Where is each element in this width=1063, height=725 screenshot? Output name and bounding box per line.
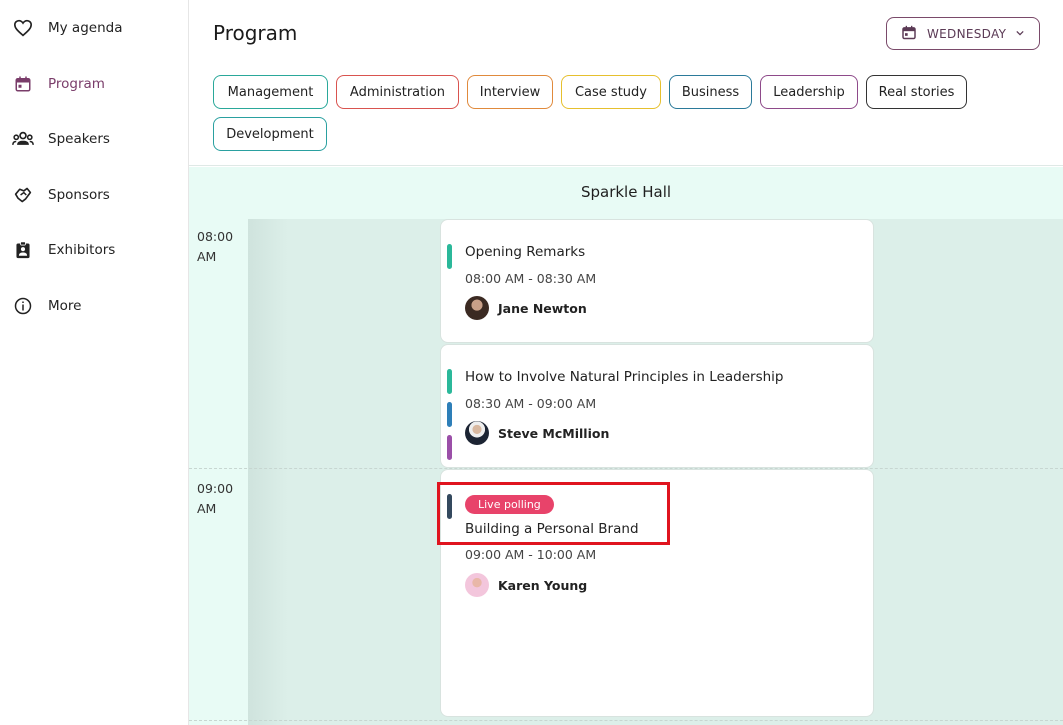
session-speaker[interactable]: Karen Young xyxy=(465,573,587,597)
program-header: Program WEDNESDAY Management Administrat… xyxy=(189,0,1063,166)
tag-label: Interview xyxy=(479,84,541,100)
sidebar-item-label: Speakers xyxy=(48,131,110,147)
hour-divider xyxy=(189,720,1063,721)
heart-icon xyxy=(12,17,34,39)
calendar-icon xyxy=(12,73,34,95)
tag-leadership[interactable]: Leadership xyxy=(760,75,858,109)
session-time: 09:00 AM - 10:00 AM xyxy=(465,547,597,562)
tag-label: Business xyxy=(681,84,740,100)
tag-case-study[interactable]: Case study xyxy=(561,75,661,109)
tag-label: Real stories xyxy=(878,84,955,100)
tag-administration[interactable]: Administration xyxy=(336,75,459,109)
category-bar xyxy=(447,435,452,460)
category-bar xyxy=(447,494,452,519)
sidebar: My agenda Program Speakers Sponsors Exhi… xyxy=(0,0,189,725)
tag-label: Management xyxy=(227,84,314,100)
chevron-down-icon xyxy=(1016,28,1024,39)
sidebar-item-label: Exhibitors xyxy=(48,242,116,258)
sidebar-item-sponsors[interactable]: Sponsors xyxy=(12,183,110,207)
session-time: 08:00 AM - 08:30 AM xyxy=(465,271,597,286)
session-title: Building a Personal Brand xyxy=(465,521,639,537)
time-period: AM xyxy=(197,249,217,264)
session-speaker[interactable]: Jane Newton xyxy=(465,296,587,320)
tag-label: Leadership xyxy=(773,84,845,100)
tag-real-stories[interactable]: Real stories xyxy=(866,75,967,109)
session-title: Opening Remarks xyxy=(465,244,586,260)
sidebar-item-exhibitors[interactable]: Exhibitors xyxy=(12,238,115,262)
speaker-name: Jane Newton xyxy=(498,300,587,316)
tag-interview[interactable]: Interview xyxy=(467,75,553,109)
tag-management[interactable]: Management xyxy=(213,75,328,109)
time-label-0900: 09:00 AM xyxy=(197,479,233,519)
sidebar-item-more[interactable]: More xyxy=(12,294,81,318)
category-bar xyxy=(447,244,452,269)
sidebar-item-program[interactable]: Program xyxy=(12,72,105,96)
page-title: Program xyxy=(213,21,298,45)
time-hour: 08:00 xyxy=(197,229,234,244)
schedule-grid: Sparkle Hall 08:00 AM 09:00 AM Opening R… xyxy=(189,167,1063,725)
sidebar-item-label: Program xyxy=(48,76,105,92)
tag-label: Development xyxy=(226,126,314,142)
session-speaker[interactable]: Steve McMillion xyxy=(465,421,609,445)
tag-development[interactable]: Development xyxy=(213,117,327,151)
speaker-name: Steve McMillion xyxy=(498,425,610,441)
category-bar xyxy=(447,369,452,394)
sidebar-item-speakers[interactable]: Speakers xyxy=(12,127,110,151)
info-icon xyxy=(12,295,34,317)
time-label-0800: 08:00 AM xyxy=(197,227,233,267)
time-column xyxy=(189,219,248,725)
sidebar-item-label: More xyxy=(48,298,82,314)
session-card-opening-remarks[interactable]: Opening Remarks 08:00 AM - 08:30 AM Jane… xyxy=(440,219,874,343)
sidebar-item-label: Sponsors xyxy=(48,187,110,203)
session-time: 08:30 AM - 09:00 AM xyxy=(465,396,597,411)
avatar xyxy=(465,296,489,320)
time-hour: 09:00 xyxy=(197,481,234,496)
handshake-icon xyxy=(12,184,34,206)
people-icon xyxy=(12,128,34,150)
session-card-personal-brand[interactable]: Live polling Building a Personal Brand 0… xyxy=(440,469,874,717)
speaker-name: Karen Young xyxy=(498,577,588,593)
tag-label: Administration xyxy=(349,84,446,100)
badge-icon xyxy=(12,239,34,261)
hall-header: Sparkle Hall xyxy=(189,167,1063,219)
live-polling-badge: Live polling xyxy=(465,495,554,514)
tag-label: Case study xyxy=(574,84,647,100)
session-title: How to Involve Natural Principles in Lea… xyxy=(465,369,784,385)
time-period: AM xyxy=(197,501,217,516)
session-card-natural-principles[interactable]: How to Involve Natural Principles in Lea… xyxy=(440,344,874,468)
calendar-icon xyxy=(901,24,917,44)
hall-name: Sparkle Hall xyxy=(580,183,672,201)
avatar xyxy=(465,573,489,597)
tag-business[interactable]: Business xyxy=(669,75,752,109)
category-bar xyxy=(447,402,452,427)
avatar xyxy=(465,421,489,445)
day-select[interactable]: WEDNESDAY xyxy=(886,17,1040,50)
day-select-value: WEDNESDAY xyxy=(927,26,1007,41)
sidebar-item-my-agenda[interactable]: My agenda xyxy=(12,16,122,40)
sidebar-item-label: My agenda xyxy=(48,20,123,36)
